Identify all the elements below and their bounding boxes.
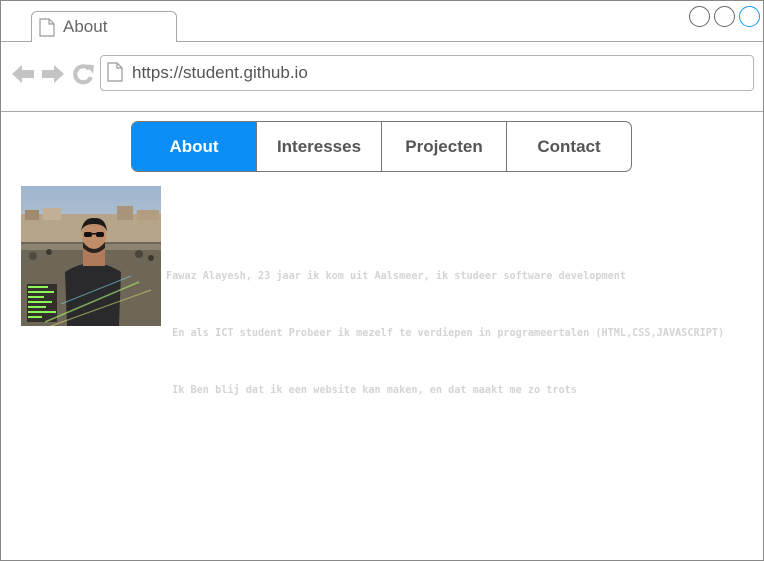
nav-about[interactable]: About bbox=[132, 122, 256, 171]
reload-icon[interactable] bbox=[72, 63, 95, 90]
address-bar: https://student.github.io bbox=[1, 42, 763, 112]
nav-interesses[interactable]: Interesses bbox=[256, 122, 381, 171]
tab-bar: About bbox=[1, 1, 763, 42]
back-arrow-icon[interactable] bbox=[11, 63, 35, 90]
browser-tab[interactable]: About bbox=[31, 11, 177, 42]
tab-title: About bbox=[63, 17, 108, 36]
bio-line: Fawaz Alayesh, 23 jaar ik kom uit Aalsme… bbox=[166, 271, 627, 282]
bio-text: Fawaz Alayesh, 23 jaar ik kom uit Aalsme… bbox=[166, 229, 724, 438]
bio-line: En als ICT student Probeer ik mezelf te … bbox=[166, 328, 725, 339]
forward-arrow-icon[interactable] bbox=[41, 63, 65, 90]
browser-window: About https://student.github.io About In… bbox=[0, 0, 764, 561]
document-icon bbox=[107, 62, 123, 87]
bio-line: Ik Ben blij dat ik een website kan maken… bbox=[166, 385, 577, 396]
url-input[interactable]: https://student.github.io bbox=[100, 55, 754, 91]
url-text: https://student.github.io bbox=[132, 63, 308, 82]
document-icon bbox=[39, 18, 55, 42]
window-circle-icon[interactable] bbox=[739, 6, 760, 27]
profile-photo bbox=[21, 186, 161, 326]
window-circle-icon[interactable] bbox=[714, 6, 735, 27]
main-nav: About Interesses Projecten Contact bbox=[131, 121, 632, 172]
window-circle-icon[interactable] bbox=[689, 6, 710, 27]
nav-contact[interactable]: Contact bbox=[506, 122, 631, 171]
nav-projecten[interactable]: Projecten bbox=[381, 122, 506, 171]
